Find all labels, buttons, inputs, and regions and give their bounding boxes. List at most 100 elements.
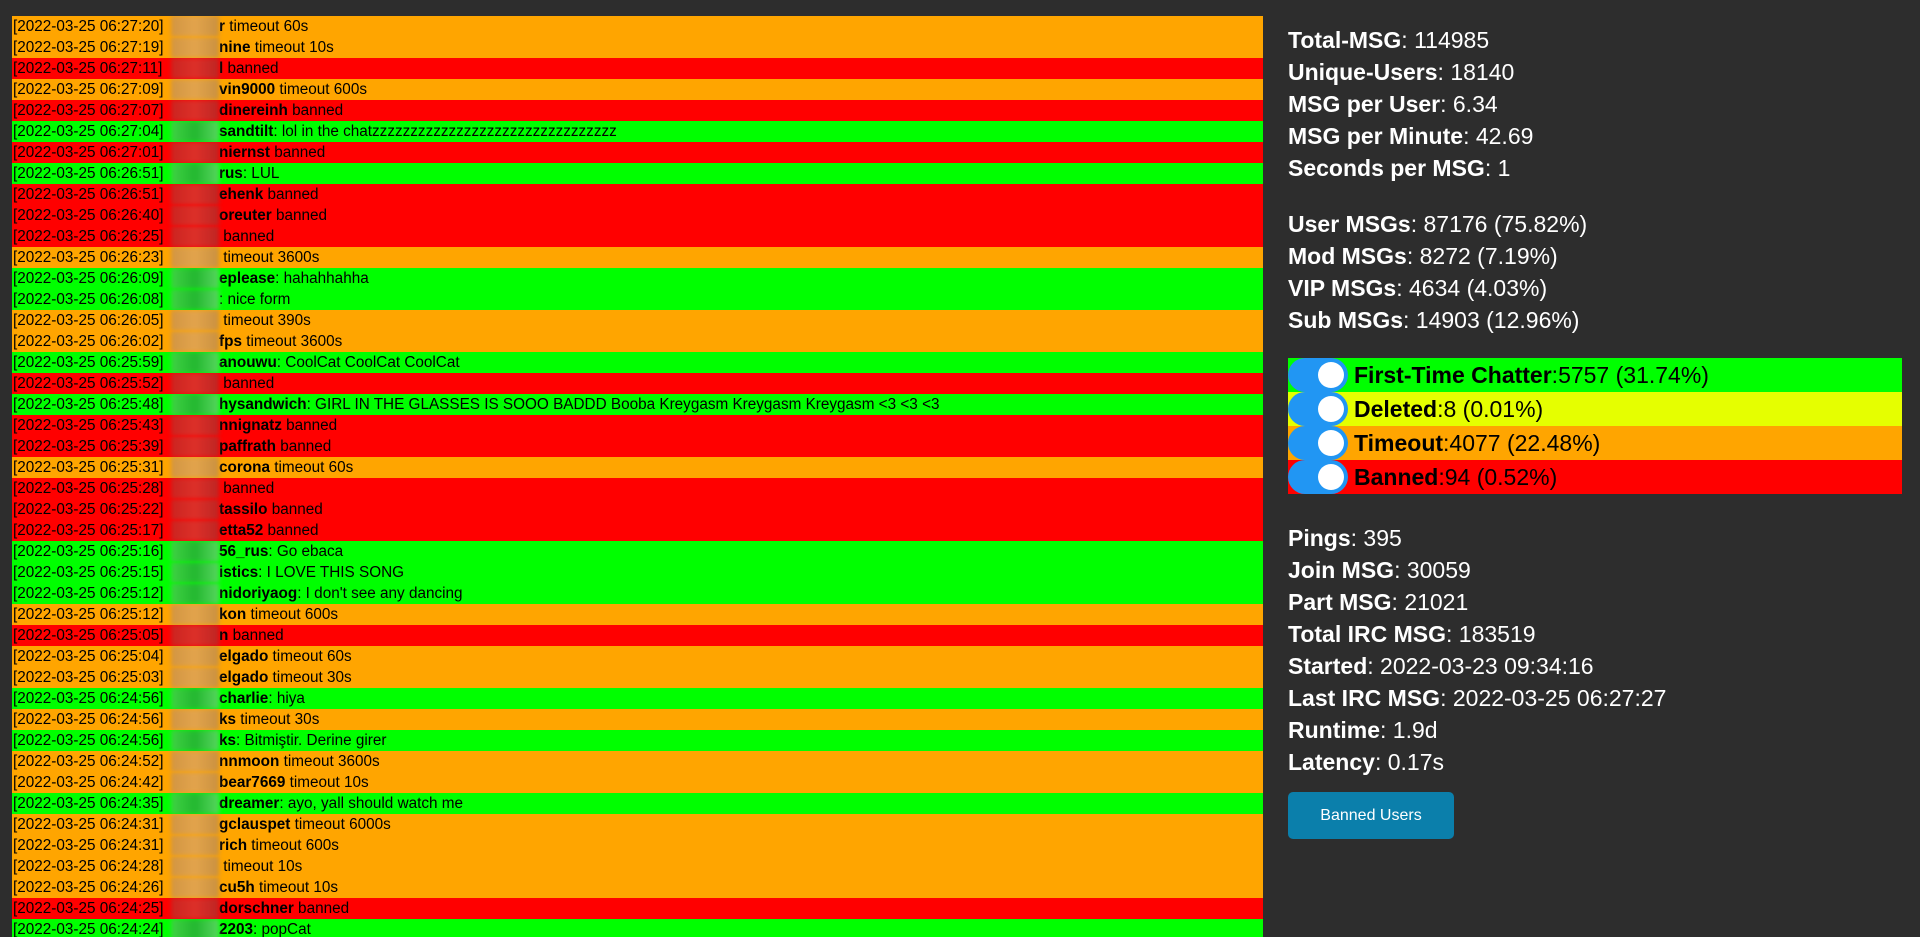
chat-username: vin9000 [219, 81, 276, 98]
stat-label: Pings [1288, 525, 1351, 551]
toggle-switch[interactable] [1288, 358, 1348, 392]
role-stat: User MSGs: 87176 (75.82%) [1288, 211, 1588, 237]
redacted-username [171, 331, 219, 352]
total-stat: MSG per Minute: 42.69 [1288, 123, 1534, 149]
toggle-value: 5757 (31.74%) [1558, 361, 1709, 388]
chat-row: [2022-03-25 06:24:28] timeout 10s [12, 856, 1263, 877]
chat-timestamp: [2022-03-25 06:25:52] [13, 375, 164, 392]
chat-username: corona [219, 459, 270, 476]
toggle-knob [1318, 464, 1344, 490]
app-root: [2022-03-25 06:27:20] r timeout 60s [2022-… [0, 0, 1920, 937]
chat-row: [2022-03-25 06:26:08]: nice form [12, 289, 1263, 310]
chat-message: : hiya [268, 690, 305, 707]
redacted-username [171, 688, 219, 709]
toggle-label: Banned [1354, 463, 1439, 490]
chat-message: : Go ebaca [268, 543, 344, 560]
chat-username: rus [219, 165, 243, 182]
chat-message: banned [219, 480, 275, 497]
irc-stat: Runtime: 1.9d [1288, 717, 1438, 743]
irc-stat: Latency: 0.17s [1288, 749, 1444, 775]
chat-row: [2022-03-25 06:27:07] dinereinh banned [12, 100, 1263, 121]
toggle-switch[interactable] [1288, 392, 1348, 426]
stat-value: 2022-03-25 06:27:27 [1452, 685, 1667, 711]
redacted-username [171, 16, 219, 37]
chat-timestamp: [2022-03-25 06:24:56] [13, 711, 164, 728]
chat-row: [2022-03-25 06:27:01] niernst banned [12, 142, 1263, 163]
toggle-switch[interactable] [1288, 426, 1348, 460]
stat-value: 395 [1363, 525, 1402, 551]
roles-group: User MSGs: 87176 (75.82%) Mod MSGs: 8272 … [1288, 208, 1908, 336]
redacted-username [171, 226, 219, 247]
chat-username: elgado [219, 648, 269, 665]
chat-timestamp: [2022-03-25 06:25:12] [13, 585, 164, 602]
chat-row: [2022-03-25 06:25:15] istics: I LOVE THIS… [12, 562, 1263, 583]
stat-value: 30059 [1406, 557, 1471, 583]
chat-timestamp: [2022-03-25 06:25:43] [13, 417, 164, 434]
chat-timestamp: [2022-03-25 06:24:24] [13, 921, 164, 937]
stat-value: 0.17s [1387, 749, 1444, 775]
chat-timestamp: [2022-03-25 06:25:12] [13, 606, 164, 623]
redacted-username [171, 352, 219, 373]
chat-username: gclauspet [219, 816, 291, 833]
chat-timestamp: [2022-03-25 06:25:59] [13, 354, 164, 371]
redacted-username [171, 709, 219, 730]
chat-row: [2022-03-25 06:27:09] vin9000 timeout 600… [12, 79, 1263, 100]
chat-message: banned [263, 186, 319, 203]
stat-value: 21021 [1404, 589, 1469, 615]
chat-log[interactable]: [2022-03-25 06:27:20] r timeout 60s [2022-… [12, 16, 1263, 937]
redacted-username [171, 646, 219, 667]
redacted-username [171, 583, 219, 604]
chat-message: timeout 60s [270, 459, 354, 476]
stat-value: 4634 (4.03%) [1409, 275, 1548, 301]
chat-message: timeout 600s [246, 606, 339, 623]
chat-timestamp: [2022-03-25 06:26:09] [13, 270, 164, 287]
irc-stat: Last IRC MSG: 2022-03-25 06:27:27 [1288, 685, 1667, 711]
chat-message: timeout 6000s [290, 816, 391, 833]
chat-message: timeout 60s [268, 648, 352, 665]
chat-username: nnignatz [219, 417, 282, 434]
banned-users-button[interactable]: Banned Users [1288, 792, 1454, 839]
filter-toggle-row: Deleted: 8 (0.01%) [1288, 392, 1902, 426]
chat-message: banned [271, 207, 327, 224]
chat-username: dreamer [219, 795, 280, 812]
chat-username: nnmoon [219, 753, 280, 770]
toggle-switch[interactable] [1288, 460, 1348, 494]
chat-username: sandtilt [219, 123, 274, 140]
chat-username: oreuter [219, 207, 272, 224]
chat-timestamp: [2022-03-25 06:25:22] [13, 501, 164, 518]
stat-label: Last IRC MSG [1288, 685, 1441, 711]
stat-value: 6.34 [1452, 91, 1498, 117]
chat-timestamp: [2022-03-25 06:25:05] [13, 627, 164, 644]
chat-row: [2022-03-25 06:24:42] bear7669 timeout 10… [12, 772, 1263, 793]
chat-row: [2022-03-25 06:25:16] 56_rus: Go ebaca [12, 541, 1263, 562]
chat-row: [2022-03-25 06:25:31] corona timeout 60s [12, 457, 1263, 478]
chat-timestamp: [2022-03-25 06:26:40] [13, 207, 164, 224]
chat-message: banned [228, 627, 284, 644]
chat-username: 56_rus [219, 543, 269, 560]
irc-stat: Total IRC MSG: 183519 [1288, 621, 1536, 647]
chat-message: : CoolCat CoolCat CoolCat [276, 354, 460, 371]
redacted-username [171, 898, 219, 919]
stat-value: 114985 [1414, 27, 1490, 53]
chat-message: banned [219, 228, 275, 245]
chat-row: [2022-03-25 06:26:09] eplease: hahahhahha [12, 268, 1263, 289]
redacted-username [171, 268, 219, 289]
chat-row: [2022-03-25 06:26:51] ehenk banned [12, 184, 1263, 205]
chat-row: [2022-03-25 06:24:56] ks timeout 30s [12, 709, 1263, 730]
chat-row: [2022-03-25 06:26:25] banned [12, 226, 1263, 247]
chat-username: etta52 [219, 522, 264, 539]
chat-username: elgado [219, 669, 269, 686]
chat-row: [2022-03-25 06:25:43] nnignatz banned [12, 415, 1263, 436]
chat-row: [2022-03-25 06:27:20] r timeout 60s [12, 16, 1263, 37]
chat-message: banned [275, 438, 332, 455]
chat-message: timeout 10s [219, 858, 303, 875]
chat-username: dorschner [219, 900, 294, 917]
chat-timestamp: [2022-03-25 06:26:05] [13, 312, 164, 329]
chat-username: anouwu [219, 354, 277, 371]
chat-timestamp: [2022-03-25 06:24:31] [13, 837, 164, 854]
chat-timestamp: [2022-03-25 06:24:35] [13, 795, 164, 812]
chat-row: [2022-03-25 06:25:22] tassilo banned [12, 499, 1263, 520]
chat-row: [2022-03-25 06:25:39] paffrath banned [12, 436, 1263, 457]
redacted-username [171, 163, 219, 184]
redacted-username [171, 814, 219, 835]
